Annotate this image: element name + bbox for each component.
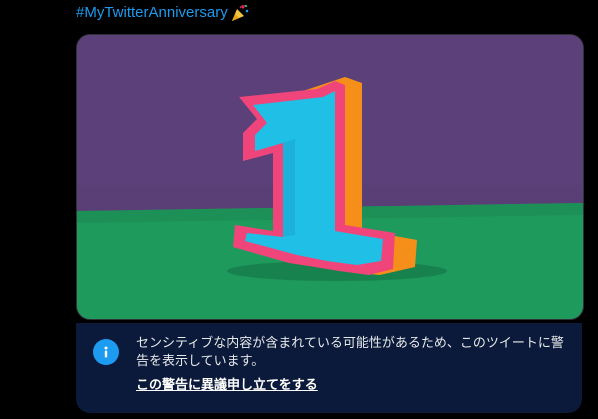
tweet-media[interactable] (76, 34, 584, 320)
hashtag-link[interactable]: #MyTwitterAnniversary (76, 3, 228, 23)
appeal-warning-link[interactable]: この警告に異議申し立てをする (136, 377, 318, 395)
warning-message: センシティブな内容が含まれている可能性があるため、このツイートに警告を表示してい… (136, 336, 564, 369)
number-one-cutout-image (77, 35, 583, 319)
sensitive-content-warning: センシティブな内容が含まれている可能性があるため、このツイートに警告を表示してい… (76, 323, 582, 413)
party-popper-icon (230, 4, 250, 22)
info-icon (93, 339, 119, 365)
tweet-text: #MyTwitterAnniversary (76, 3, 250, 23)
